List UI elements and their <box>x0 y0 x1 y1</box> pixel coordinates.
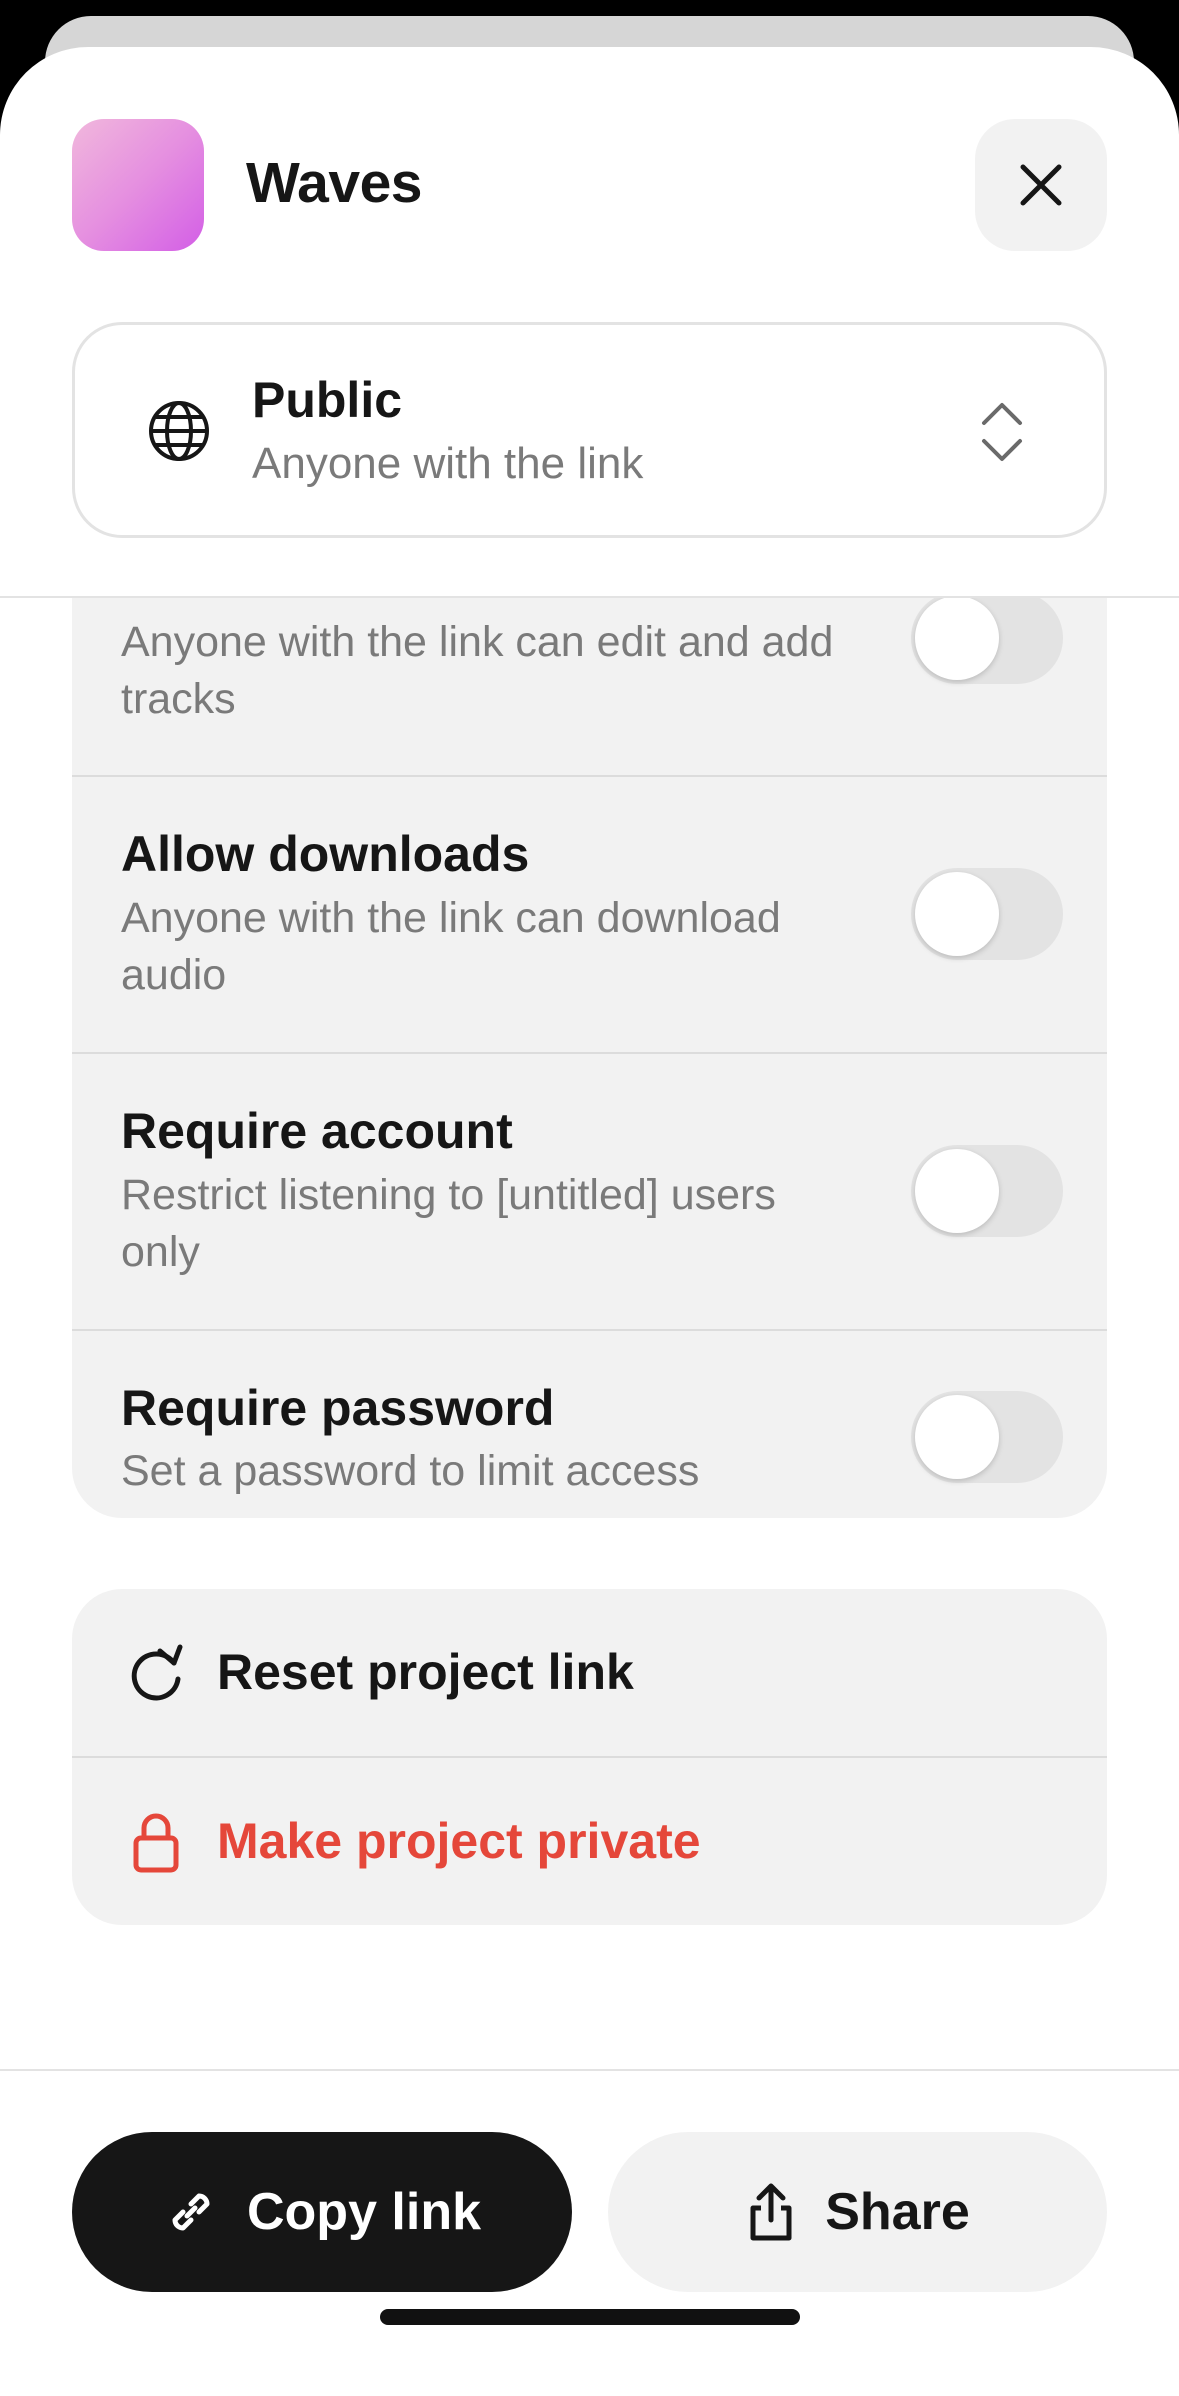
setting-row-require-password: Require password Set a password to limit… <box>72 1331 1107 1518</box>
setting-row-allow-downloads: Allow downloads Anyone with the link can… <box>72 777 1107 1053</box>
copy-link-button[interactable]: Copy link <box>72 2132 572 2292</box>
share-icon <box>750 2183 792 2241</box>
settings-card: Anyone with the link can edit and add tr… <box>72 598 1107 1518</box>
divider <box>0 2069 1179 2071</box>
setting-title: Require account <box>121 1103 513 1159</box>
setting-row-require-account: Require account Restrict listening to [u… <box>72 1054 1107 1330</box>
toggle-knob <box>915 1395 999 1479</box>
setting-title: Allow downloads <box>121 826 530 882</box>
share-sheet: Waves Public Anyone with the link Anyone… <box>0 47 1179 2396</box>
home-indicator <box>380 2309 800 2325</box>
project-title: Waves <box>246 151 423 215</box>
close-icon <box>1020 164 1062 206</box>
require-account-toggle[interactable] <box>911 1145 1063 1237</box>
project-artwork <box>72 119 204 251</box>
visibility-selector[interactable]: Public Anyone with the link <box>72 322 1107 538</box>
setting-description: Set a password to limit access <box>121 1447 700 1495</box>
visibility-subtitle: Anyone with the link <box>252 439 644 488</box>
visibility-title: Public <box>252 372 403 428</box>
make-private-button[interactable]: Make project private <box>72 1758 1107 1926</box>
link-actions-card: Reset project link Make project private <box>72 1589 1107 1925</box>
lock-icon <box>133 1813 179 1873</box>
globe-icon <box>149 401 209 461</box>
close-button[interactable] <box>975 119 1107 251</box>
reset-link-label: Reset project link <box>217 1644 634 1700</box>
share-label: Share <box>825 2183 970 2241</box>
setting-row-allow-editing: Anyone with the link can edit and add tr… <box>72 598 1107 776</box>
allow-editing-toggle[interactable] <box>911 598 1063 684</box>
make-private-label: Make project private <box>217 1813 701 1869</box>
toggle-knob <box>915 598 999 680</box>
setting-description: Restrict listening to [untitled] users o… <box>121 1171 776 1276</box>
copy-link-label: Copy link <box>246 2183 482 2241</box>
toggle-knob <box>915 872 999 956</box>
chevron-updown-icon <box>982 403 1022 461</box>
share-button[interactable]: Share <box>608 2132 1107 2292</box>
require-password-toggle[interactable] <box>911 1391 1063 1483</box>
reset-project-link-button[interactable]: Reset project link <box>72 1589 1107 1758</box>
setting-title: Require password <box>121 1380 555 1436</box>
setting-description: Anyone with the link can edit and add tr… <box>121 618 834 723</box>
refresh-icon <box>131 1644 183 1701</box>
setting-description: Anyone with the link can download audio <box>121 894 781 999</box>
toggle-knob <box>915 1149 999 1233</box>
settings-scroll-area[interactable]: Anyone with the link can edit and add tr… <box>0 598 1179 1598</box>
link-icon <box>172 2193 210 2231</box>
allow-downloads-toggle[interactable] <box>911 868 1063 960</box>
